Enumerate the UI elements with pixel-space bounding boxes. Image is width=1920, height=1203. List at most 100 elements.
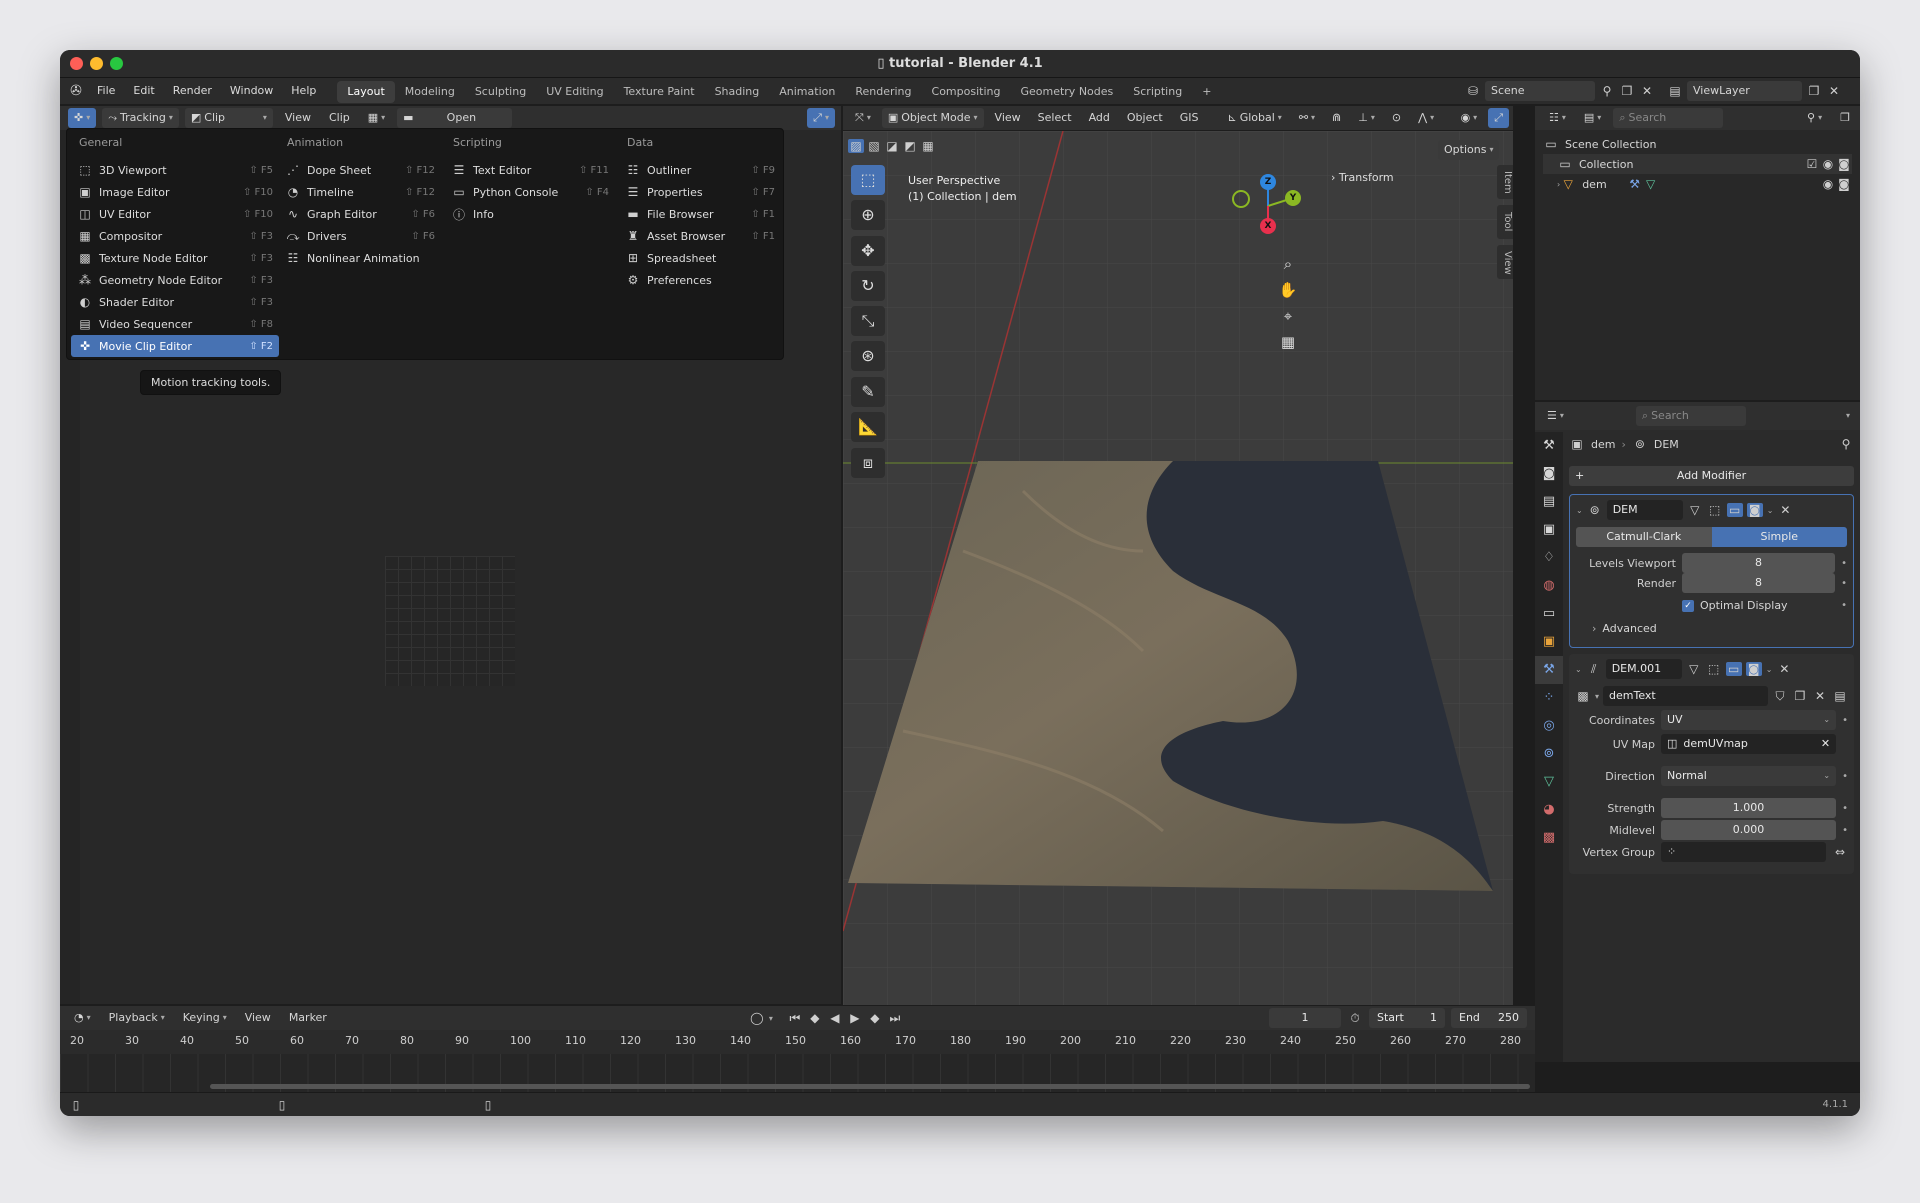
- tree-row-dem[interactable]: › ▽ dem ⚒ ▽ ◉ ◙: [1543, 174, 1852, 194]
- texture-icon[interactable]: ▩: [1575, 689, 1591, 703]
- cage-toggle-icon[interactable]: ⬚: [1707, 503, 1723, 517]
- menu-viewport-add[interactable]: Add: [1083, 108, 1116, 128]
- frame-ruler[interactable]: 20 30 40 50 60 70 80 90 100 110 120 130 140 150 160 170…: [60, 1034, 1535, 1054]
- fake-user-icon[interactable]: ⛉: [1772, 689, 1788, 704]
- new-view-layer-icon[interactable]: ❐: [1806, 84, 1822, 98]
- prev-keyframe-icon[interactable]: ◆: [807, 1011, 823, 1025]
- auto-key-icon[interactable]: ◯: [749, 1011, 765, 1025]
- vertex-group-field[interactable]: ⁘: [1661, 842, 1826, 862]
- tab-uv-editing[interactable]: UV Editing: [536, 81, 613, 103]
- camera-icon[interactable]: ◙: [1836, 157, 1852, 171]
- sidebar-tab-tool[interactable]: Tool: [1497, 205, 1513, 239]
- gizmo-x-axis[interactable]: X: [1260, 218, 1276, 234]
- annotate-tool-icon[interactable]: ✎: [851, 377, 885, 407]
- scene-icon[interactable]: ⛁: [1465, 84, 1481, 98]
- keyframe-dot-icon[interactable]: •: [1841, 600, 1847, 611]
- transform-tool-icon[interactable]: ⊛: [851, 341, 885, 371]
- object-mode-select[interactable]: ▣ Object Mode ▾: [881, 108, 984, 128]
- menu-item-outliner[interactable]: ☷ Outliner ⇧ F9: [619, 159, 781, 181]
- filter-button[interactable]: ⚲ ▾: [1801, 108, 1828, 128]
- next-keyframe-icon[interactable]: ◆: [867, 1011, 883, 1025]
- outliner-search-input[interactable]: ⌕ Search: [1613, 108, 1724, 128]
- menu-render[interactable]: Render: [164, 78, 221, 104]
- editor-type-button[interactable]: ✜ ▾: [68, 108, 97, 128]
- menu-viewport-select[interactable]: Select: [1032, 108, 1078, 128]
- output-tab-icon[interactable]: ▤: [1535, 488, 1563, 516]
- menu-file[interactable]: File: [88, 78, 124, 104]
- select-invert-icon[interactable]: ◩: [902, 139, 918, 153]
- tool-tab-icon[interactable]: ⚒: [1535, 432, 1563, 460]
- menu-viewport-gis[interactable]: GIS: [1174, 108, 1205, 128]
- gizmo-y-axis[interactable]: Y: [1285, 190, 1301, 206]
- tab-scripting[interactable]: Scripting: [1123, 81, 1192, 103]
- coordinates-select[interactable]: UV ⌄: [1661, 710, 1837, 730]
- menu-item-file-browser[interactable]: ▬ File Browser ⇧ F1: [619, 203, 781, 225]
- tab-shading[interactable]: Shading: [705, 81, 770, 103]
- menu-item-timeline[interactable]: ◔ Timeline ⇧ F12: [279, 181, 441, 203]
- orientation-select[interactable]: ⊾ Global ▾: [1221, 108, 1287, 128]
- menu-item-geometry-node-editor[interactable]: ⁂ Geometry Node Editor ⇧ F3: [71, 269, 279, 291]
- eye-icon[interactable]: ◉: [1820, 157, 1836, 171]
- midlevel-field[interactable]: 0.000: [1661, 820, 1837, 840]
- transform-panel-toggle[interactable]: › Transform: [1331, 171, 1394, 184]
- display-mode-select[interactable]: ▤ ▾: [1578, 108, 1607, 128]
- play-icon[interactable]: ▶: [847, 1011, 863, 1025]
- keyframe-dot-icon[interactable]: •: [1842, 803, 1848, 814]
- invert-icon[interactable]: ⇔: [1832, 845, 1848, 859]
- view-layer-icon[interactable]: ▤: [1667, 84, 1683, 98]
- tab-modeling[interactable]: Modeling: [395, 81, 465, 103]
- render-levels-field[interactable]: 8: [1682, 573, 1836, 593]
- menu-item-spreadsheet[interactable]: ⊞ Spreadsheet: [619, 247, 781, 269]
- menu-item-info[interactable]: ⓘ Info: [445, 203, 615, 225]
- menu-clip[interactable]: Clip: [323, 108, 356, 128]
- jump-start-icon[interactable]: ⏮: [787, 1011, 803, 1026]
- zoom-icon[interactable]: ⌕: [1275, 251, 1301, 277]
- tab-texture-paint[interactable]: Texture Paint: [614, 81, 705, 103]
- render-toggle-icon[interactable]: ◙: [1745, 662, 1762, 676]
- pivot-select[interactable]: ⚯ ▾: [1293, 108, 1321, 128]
- tab-animation[interactable]: Animation: [769, 81, 845, 103]
- select-new-icon[interactable]: ▨: [848, 139, 864, 153]
- close-icon[interactable]: ✕: [1777, 503, 1793, 517]
- select-box-tool-icon[interactable]: ⬚: [851, 165, 885, 195]
- eye-icon[interactable]: ◉: [1820, 177, 1836, 191]
- edit-mode-toggle-icon[interactable]: ▽: [1686, 662, 1702, 676]
- new-collection-button[interactable]: ❐: [1834, 108, 1856, 128]
- chevron-down-icon[interactable]: ▾: [769, 1014, 773, 1023]
- menu-item-uv-editor[interactable]: ◫ UV Editor ⇧ F10: [71, 203, 279, 225]
- add-workspace-button[interactable]: +: [1192, 81, 1221, 103]
- clip-browse-button[interactable]: ▦ ▾: [362, 108, 391, 128]
- cage-toggle-icon[interactable]: ⬚: [1706, 662, 1722, 676]
- tree-row-collection[interactable]: ▭ Collection ☑ ◉ ◙: [1543, 154, 1852, 174]
- menu-item-image-editor[interactable]: ▣ Image Editor ⇧ F10: [71, 181, 279, 203]
- select-subtract-icon[interactable]: ◪: [884, 139, 900, 153]
- particles-tab-icon[interactable]: ⁘: [1535, 684, 1563, 712]
- mesh-data-icon[interactable]: ▽: [1643, 177, 1659, 191]
- data-tab-icon[interactable]: ▽: [1535, 768, 1563, 796]
- menu-edit[interactable]: Edit: [124, 78, 163, 104]
- timeline-scrollbar[interactable]: [210, 1084, 1530, 1089]
- menu-timeline-view[interactable]: View: [239, 1008, 277, 1028]
- menu-item-texture-node-editor[interactable]: ▩ Texture Node Editor ⇧ F3: [71, 247, 279, 269]
- menu-item-movie-clip-editor[interactable]: ✜ Movie Clip Editor ⇧ F2: [71, 335, 279, 357]
- menu-item-video-sequencer[interactable]: ▤ Video Sequencer ⇧ F8: [71, 313, 279, 335]
- new-scene-icon[interactable]: ❐: [1619, 84, 1635, 98]
- menu-item-drivers[interactable]: ⤼ Drivers ⇧ F6: [279, 225, 441, 247]
- menu-view[interactable]: View: [279, 108, 317, 128]
- properties-search-input[interactable]: ⌕ Search: [1635, 406, 1746, 426]
- add-modifier-button[interactable]: + Add Modifier: [1569, 466, 1854, 486]
- sidebar-tab-view[interactable]: View: [1497, 245, 1513, 279]
- menu-item-3d-viewport[interactable]: ⬚ 3D Viewport ⇧ F5: [71, 159, 279, 181]
- add-cube-tool-icon[interactable]: ⧈: [851, 448, 885, 478]
- falloff-select[interactable]: ⋀ ▾: [1412, 108, 1440, 128]
- keyframe-dot-icon[interactable]: •: [1842, 715, 1848, 726]
- texture-tab-icon[interactable]: ▩: [1535, 824, 1563, 852]
- viewport-gizmo-toggle[interactable]: ⤢: [1488, 108, 1509, 128]
- texture-settings-icon[interactable]: ▤: [1832, 689, 1848, 703]
- chevron-down-icon[interactable]: ⌄: [1767, 506, 1774, 515]
- menu-window[interactable]: Window: [221, 78, 282, 104]
- scene-tab-icon[interactable]: ♢: [1535, 544, 1563, 572]
- material-tab-icon[interactable]: ◕: [1535, 796, 1563, 824]
- cursor-tool-icon[interactable]: ⊕: [851, 200, 885, 230]
- properties-options[interactable]: ▾: [1840, 406, 1856, 426]
